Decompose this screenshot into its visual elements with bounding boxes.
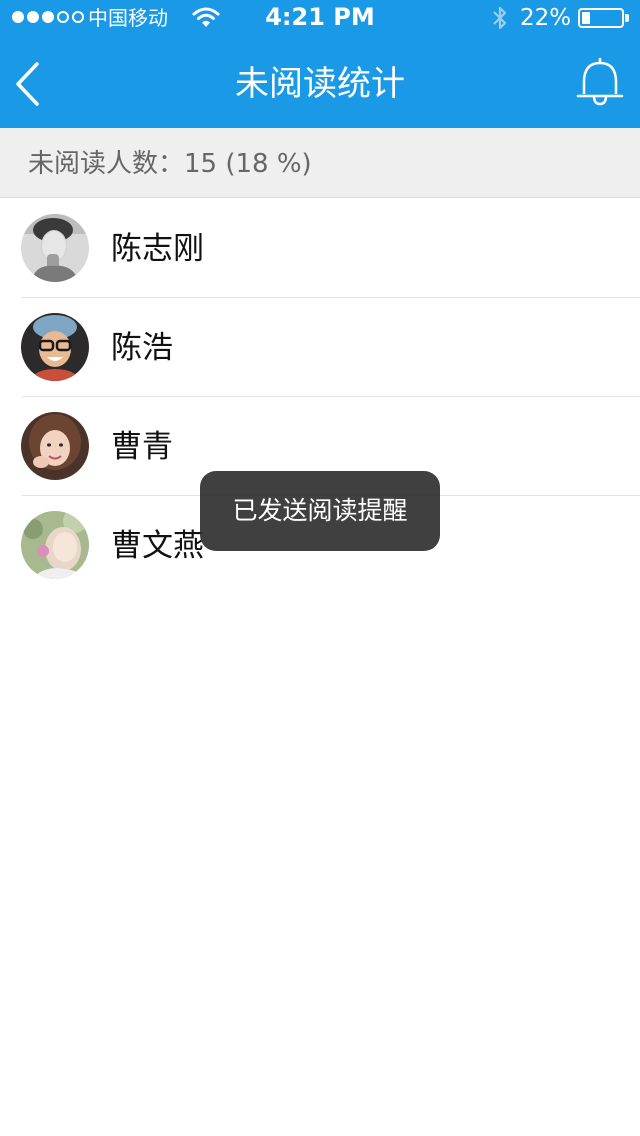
- toast-message: 已发送阅读提醒: [200, 471, 440, 551]
- bell-icon: [576, 57, 624, 106]
- bluetooth-icon: [493, 6, 507, 30]
- status-bar: 中国移动 4:21 PM 22%: [0, 0, 640, 40]
- battery-icon: [578, 8, 629, 28]
- unread-summary-bar: 未阅读人数：15 (18 %): [0, 128, 640, 198]
- avatar: [21, 511, 89, 579]
- battery-level: [582, 12, 590, 24]
- back-button[interactable]: [10, 58, 50, 108]
- page-title: 未阅读统计: [235, 64, 405, 104]
- unread-count-text: 未阅读人数：15 (18 %): [28, 149, 312, 179]
- send-reminder-button[interactable]: [574, 57, 626, 108]
- member-name: 曹文燕: [111, 528, 204, 564]
- member-name: 陈浩: [111, 330, 173, 366]
- member-row[interactable]: 陈浩: [0, 298, 640, 397]
- avatar: [21, 313, 89, 381]
- top-bar: 中国移动 4:21 PM 22% 未阅读统计: [0, 0, 640, 128]
- member-name: 陈志刚: [111, 231, 204, 267]
- member-name: 曹青: [111, 429, 173, 465]
- avatar: [21, 214, 89, 282]
- chevron-left-icon: [16, 62, 39, 106]
- member-row[interactable]: 陈志刚: [0, 199, 640, 298]
- battery-percentage: 22%: [520, 5, 572, 31]
- battery-terminal: [625, 14, 629, 22]
- avatar: [21, 412, 89, 480]
